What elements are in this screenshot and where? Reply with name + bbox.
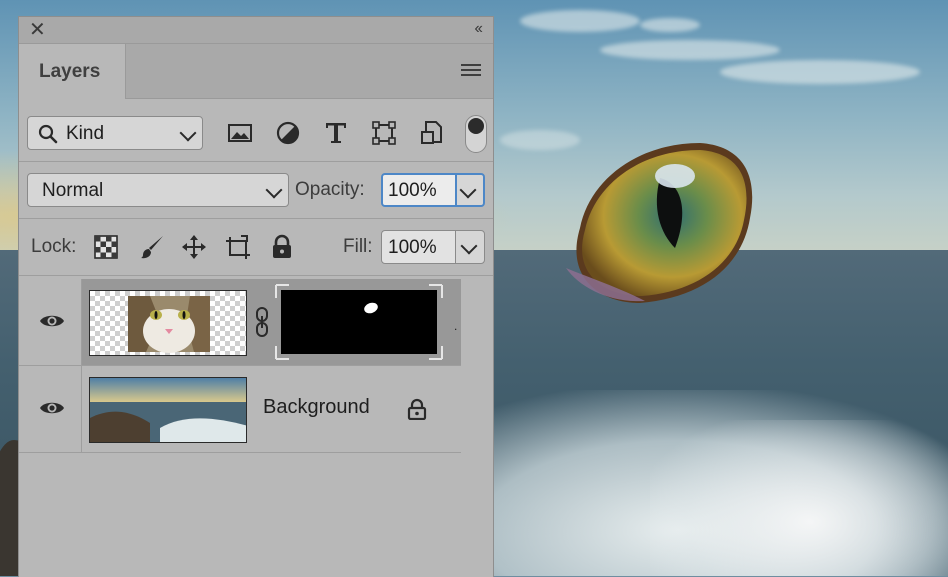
filter-toggle-switch[interactable]: [465, 115, 487, 153]
layer-dot-indicator: .: [454, 319, 458, 333]
eye-visibility-icon[interactable]: [39, 312, 65, 330]
visibility-column: [19, 279, 82, 365]
chevron-down-icon: [179, 124, 197, 142]
lock-transparent-icon[interactable]: [93, 234, 119, 260]
eye-visibility-icon[interactable]: [39, 399, 65, 417]
blend-row: Normal Opacity: 100%: [19, 162, 493, 219]
blend-mode-select[interactable]: Normal: [27, 173, 289, 207]
collapse-panel-button[interactable]: ‹‹: [474, 20, 483, 38]
opacity-dropdown-button[interactable]: [455, 173, 485, 207]
chevron-down-icon: [459, 181, 477, 199]
visibility-column: [19, 366, 82, 452]
panel-tab-row: Layers: [19, 44, 493, 99]
chevron-down-icon: [265, 181, 283, 199]
adjustment-filter-icon[interactable]: [275, 120, 301, 146]
cloud: [720, 60, 920, 84]
opacity-input[interactable]: 100%: [381, 173, 457, 207]
layer-thumbnail-background[interactable]: [89, 377, 247, 443]
image-filter-icon[interactable]: [227, 120, 253, 146]
opacity-label: Opacity:: [295, 179, 365, 200]
cat-face-image: [128, 296, 210, 353]
chevron-down-icon: [460, 237, 478, 255]
cloud: [600, 40, 780, 60]
smart-object-filter-icon[interactable]: [419, 120, 445, 146]
panel-menu-icon[interactable]: [461, 64, 481, 78]
close-panel-button[interactable]: ✕: [29, 20, 46, 40]
layers-scroll-area[interactable]: [462, 277, 493, 577]
lock-image-icon[interactable]: [139, 234, 165, 260]
filter-kind-select[interactable]: Kind: [27, 116, 203, 150]
shape-filter-icon[interactable]: [371, 120, 397, 146]
mask-image: [275, 284, 443, 360]
tab-layers[interactable]: Layers: [19, 44, 126, 99]
blend-mode-label: Normal: [42, 180, 104, 201]
fill-dropdown-button[interactable]: [455, 230, 485, 264]
filter-kind-label: Kind: [66, 123, 105, 144]
filter-row: Kind: [19, 99, 493, 162]
layer-row-background[interactable]: Background: [19, 366, 461, 453]
wave-foam: [650, 420, 948, 576]
lock-label: Lock:: [31, 236, 77, 257]
layer-lock-icon[interactable]: [407, 398, 427, 420]
layer-thumbnail-cat[interactable]: [89, 290, 247, 356]
panel-titlebar: ✕ ‹‹: [19, 17, 493, 44]
fill-input[interactable]: 100%: [381, 230, 457, 264]
cat-eye-cutout: [566, 143, 753, 303]
type-filter-icon[interactable]: [323, 120, 349, 146]
lock-all-icon[interactable]: [269, 234, 295, 260]
layer-name-background: Background: [263, 396, 370, 418]
lock-artboard-icon[interactable]: [225, 234, 251, 260]
fill-label: Fill:: [343, 236, 373, 257]
mask-link-icon[interactable]: [255, 307, 269, 337]
layer-row-cat[interactable]: .: [19, 279, 461, 366]
cloud: [640, 18, 700, 32]
lock-row: Lock: Fill: 100%: [19, 219, 493, 276]
cloud: [520, 10, 640, 32]
lock-position-icon[interactable]: [181, 234, 207, 260]
sea-image: [90, 378, 246, 442]
layers-panel: ✕ ‹‹ Layers Kind Normal Opacity: 100% Lo…: [18, 16, 494, 577]
layer-mask-thumbnail[interactable]: [275, 284, 443, 360]
search-icon: [38, 124, 58, 144]
tab-layers-label: Layers: [39, 61, 101, 82]
